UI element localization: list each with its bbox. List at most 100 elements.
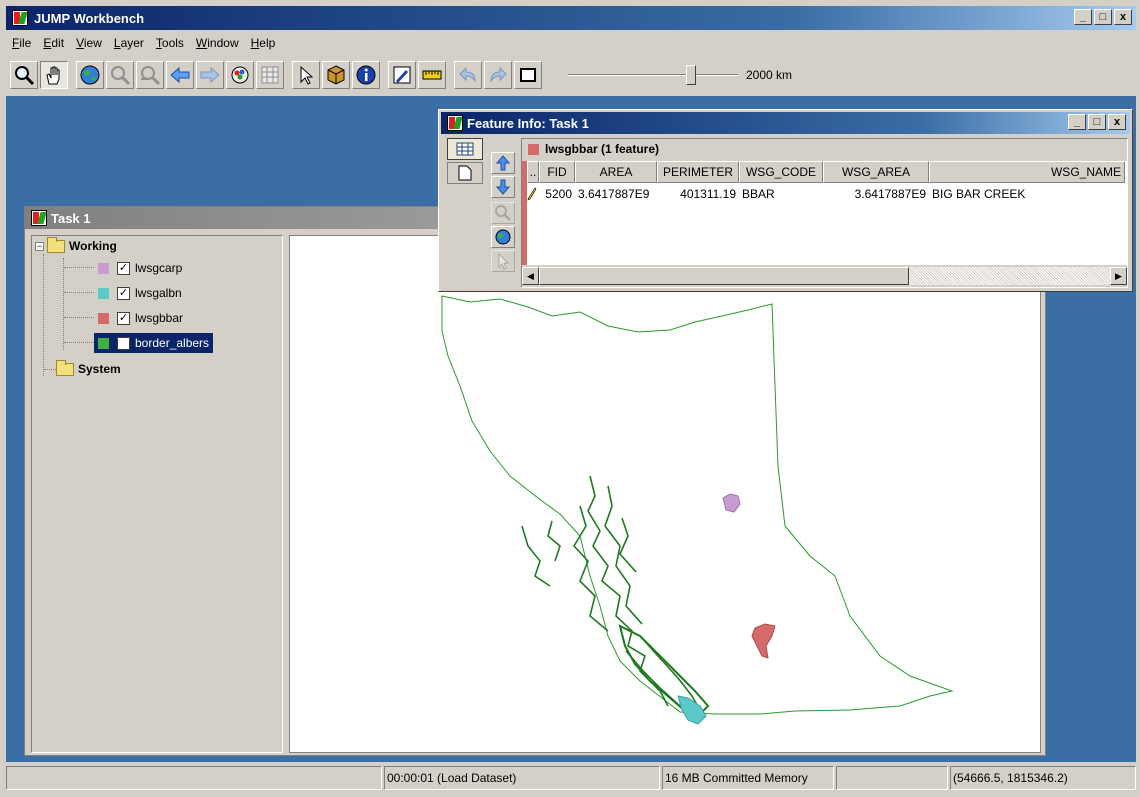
tree-category-system[interactable]: System xyxy=(56,359,121,379)
app-title: JUMP Workbench xyxy=(34,10,145,26)
select-layer-icon xyxy=(327,65,345,85)
scroll-right-button[interactable]: ▶ xyxy=(1110,267,1127,285)
select-features-button[interactable] xyxy=(292,61,320,89)
jump-logo-icon xyxy=(31,210,47,226)
column-header-wsg-code[interactable]: WSG_CODE xyxy=(739,161,823,183)
measure-button[interactable] xyxy=(418,61,446,89)
layer-visibility-checkbox[interactable]: ✓ xyxy=(117,336,130,350)
table-view-tab[interactable] xyxy=(447,138,483,160)
scale-label: 2000 km xyxy=(746,68,793,82)
layer-visibility-checkbox[interactable]: ✓ xyxy=(117,261,130,275)
scale-slider[interactable] xyxy=(568,61,738,89)
map-view[interactable] xyxy=(289,235,1041,753)
pointer-icon xyxy=(498,252,510,270)
zoom-forward-button[interactable] xyxy=(196,61,224,89)
zoom-tool-button[interactable] xyxy=(10,61,38,89)
attribute-table-button[interactable] xyxy=(256,61,284,89)
zoom-to-extent-button[interactable] xyxy=(491,226,515,248)
fence-button[interactable] xyxy=(514,61,542,89)
zoom-to-selected-button[interactable] xyxy=(106,61,134,89)
open-folder-icon xyxy=(47,236,65,253)
undo-icon xyxy=(459,66,476,83)
select-feature-button[interactable] xyxy=(491,250,515,272)
menu-window[interactable]: Window xyxy=(190,36,245,50)
status-timer: 00:00:01 (Load Dataset) xyxy=(384,766,660,790)
html-view-tab[interactable] xyxy=(447,162,483,184)
lwsgcarp-polygon[interactable] xyxy=(722,493,741,513)
feature-info-button[interactable] xyxy=(352,61,380,89)
edit-toolbox-icon xyxy=(393,66,411,84)
scale-slider-track xyxy=(568,74,738,76)
zoom-to-selected-icon xyxy=(111,66,131,86)
tree-layer-border-albers[interactable]: ✓ border_albers xyxy=(94,333,214,353)
maximize-button[interactable]: □ xyxy=(1094,9,1112,25)
scale-slider-thumb[interactable] xyxy=(686,65,697,85)
pan-tool-button[interactable] xyxy=(40,61,68,89)
layer-visibility-checkbox[interactable]: ✓ xyxy=(117,311,130,325)
layer-color-swatch xyxy=(528,143,539,155)
layer-color-swatch xyxy=(98,337,109,349)
menu-help[interactable]: Help xyxy=(245,36,282,50)
layer-view-button[interactable] xyxy=(226,61,254,89)
menu-bar: File Edit View Layer Tools Window Help xyxy=(6,32,281,54)
tree-layer-lwsgalbn[interactable]: ✓ lwsgalbn xyxy=(98,283,182,303)
scroll-thumb[interactable] xyxy=(539,267,909,285)
status-message xyxy=(6,766,382,790)
menu-file[interactable]: File xyxy=(6,36,37,50)
layer-color-swatch xyxy=(98,287,109,299)
zoom-to-full-extent-button[interactable] xyxy=(76,61,104,89)
table-icon xyxy=(456,142,474,156)
magnifier-icon xyxy=(495,205,511,221)
column-header-row-marker[interactable]: .. xyxy=(527,161,539,183)
province-border xyxy=(441,295,954,715)
zoom-previous-button[interactable] xyxy=(136,61,164,89)
minimize-button[interactable]: _ xyxy=(1068,114,1086,130)
task-window-title: Task 1 xyxy=(51,210,91,226)
layer-visibility-checkbox[interactable]: ✓ xyxy=(117,286,130,300)
column-header-wsg-area[interactable]: WSG_AREA xyxy=(823,161,929,183)
menu-layer[interactable]: Layer xyxy=(108,36,150,50)
select-layer-button[interactable] xyxy=(322,61,350,89)
status-memory: 16 MB Committed Memory xyxy=(662,766,834,790)
redo-button[interactable] xyxy=(484,61,512,89)
move-down-button[interactable] xyxy=(491,176,515,198)
menu-view[interactable]: View xyxy=(70,36,108,50)
tree-category-working[interactable]: − Working xyxy=(35,236,117,256)
layer-name: lwsgbbar xyxy=(135,311,184,325)
column-header-perimeter[interactable]: PERIMETER xyxy=(657,161,739,183)
feature-info-title-bar[interactable]: Feature Info: Task 1 _ □ x xyxy=(441,112,1130,134)
menu-edit[interactable]: Edit xyxy=(37,36,70,50)
column-header-area[interactable]: AREA xyxy=(575,161,657,183)
zoom-back-icon xyxy=(170,66,190,84)
scroll-track[interactable] xyxy=(909,267,1110,285)
close-button[interactable]: x xyxy=(1108,114,1126,130)
cell-fid: 5200 xyxy=(545,187,572,201)
attribute-grid[interactable]: .. FID AREA PERIMETER WSG_CODE WSG_AREA … xyxy=(522,161,1127,265)
select-features-icon xyxy=(300,65,314,85)
pan-tool-icon xyxy=(46,66,60,85)
scroll-left-button[interactable]: ◀ xyxy=(522,267,539,285)
move-up-button[interactable] xyxy=(491,152,515,174)
tree-layer-lwsgbbar[interactable]: ✓ lwsgbbar xyxy=(98,308,183,328)
maximize-button[interactable]: □ xyxy=(1088,114,1106,130)
column-header-wsg-name[interactable]: WSG_NAME xyxy=(929,161,1125,183)
edit-toolbox-button[interactable] xyxy=(388,61,416,89)
undo-button[interactable] xyxy=(454,61,482,89)
zoom-to-feature-button[interactable] xyxy=(491,202,515,224)
column-header-fid[interactable]: FID xyxy=(539,161,575,183)
minimize-button[interactable]: _ xyxy=(1074,9,1092,25)
folder-icon xyxy=(56,359,74,376)
lwsgbbar-polygon[interactable] xyxy=(751,623,776,659)
app-window-controls: _ □ x xyxy=(1074,9,1132,25)
menu-tools[interactable]: Tools xyxy=(150,36,190,50)
table-row[interactable]: 5200 3.6417887E9 401311.19 BBAR 3.641788… xyxy=(527,184,1125,204)
close-button[interactable]: x xyxy=(1114,9,1132,25)
map-canvas[interactable] xyxy=(290,236,1041,753)
horizontal-scrollbar[interactable]: ◀ ▶ xyxy=(522,267,1127,285)
zoom-back-button[interactable] xyxy=(166,61,194,89)
tree-layer-lwsgcarp[interactable]: ✓ lwsgcarp xyxy=(98,258,182,278)
globe-icon xyxy=(495,229,511,245)
fence-icon xyxy=(520,68,536,82)
arrow-up-icon xyxy=(495,155,511,171)
collapse-icon[interactable]: − xyxy=(35,241,44,251)
